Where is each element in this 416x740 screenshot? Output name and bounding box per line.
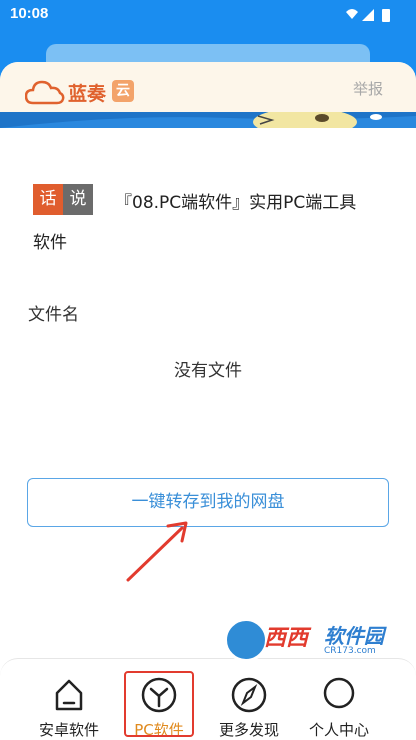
bottom-nav: 安卓软件 PC软件 更多发现 个人中心 [0, 658, 416, 740]
header-banner-image [0, 112, 416, 128]
status-icons [346, 9, 390, 22]
tag-right: 说 [63, 184, 93, 215]
annotation-highlight-box [124, 671, 194, 737]
home-icon [55, 679, 83, 711]
nav-label-android: 安卓软件 [38, 721, 99, 739]
user-icon [323, 677, 355, 709]
watermark-logo-icon [224, 618, 268, 662]
site-watermark: 西西 软件园 CR173.com [224, 618, 394, 662]
nav-item-profile[interactable]: 个人中心 [297, 659, 381, 740]
watermark-main: 西西 [264, 626, 309, 651]
signal-icon [362, 9, 374, 21]
tag-left: 话 [33, 184, 63, 215]
status-time: 10:08 [10, 5, 49, 22]
empty-files-message: 没有文件 [174, 361, 242, 381]
watermark-sub: CR173.com [324, 646, 376, 656]
save-to-netdisk-button[interactable]: 一键转存到我的网盘 [27, 478, 389, 527]
share-title: 『08.PC端软件』实用PC端工具 [115, 193, 357, 213]
share-tag: 话 说 [33, 184, 93, 215]
annotation-arrow-icon [126, 521, 188, 582]
status-bar: 10:08 [0, 0, 416, 30]
nav-item-android[interactable]: 安卓软件 [27, 659, 111, 740]
battery-icon [382, 9, 390, 22]
nav-item-discover[interactable]: 更多发现 [207, 659, 291, 740]
report-link[interactable]: 举报 [353, 78, 383, 99]
share-title-continued: 软件 [33, 233, 67, 253]
logo-text: 蓝奏 [68, 83, 107, 105]
wifi-icon [346, 9, 358, 19]
compass-icon [231, 677, 267, 713]
nav-label-discover: 更多发现 [218, 721, 279, 739]
logo-badge: 云 [112, 80, 134, 102]
nav-label-profile: 个人中心 [308, 721, 369, 739]
watermark-secondary: 软件园 [324, 624, 384, 648]
cloud-icon [25, 80, 65, 105]
file-name-header: 文件名 [28, 305, 79, 325]
